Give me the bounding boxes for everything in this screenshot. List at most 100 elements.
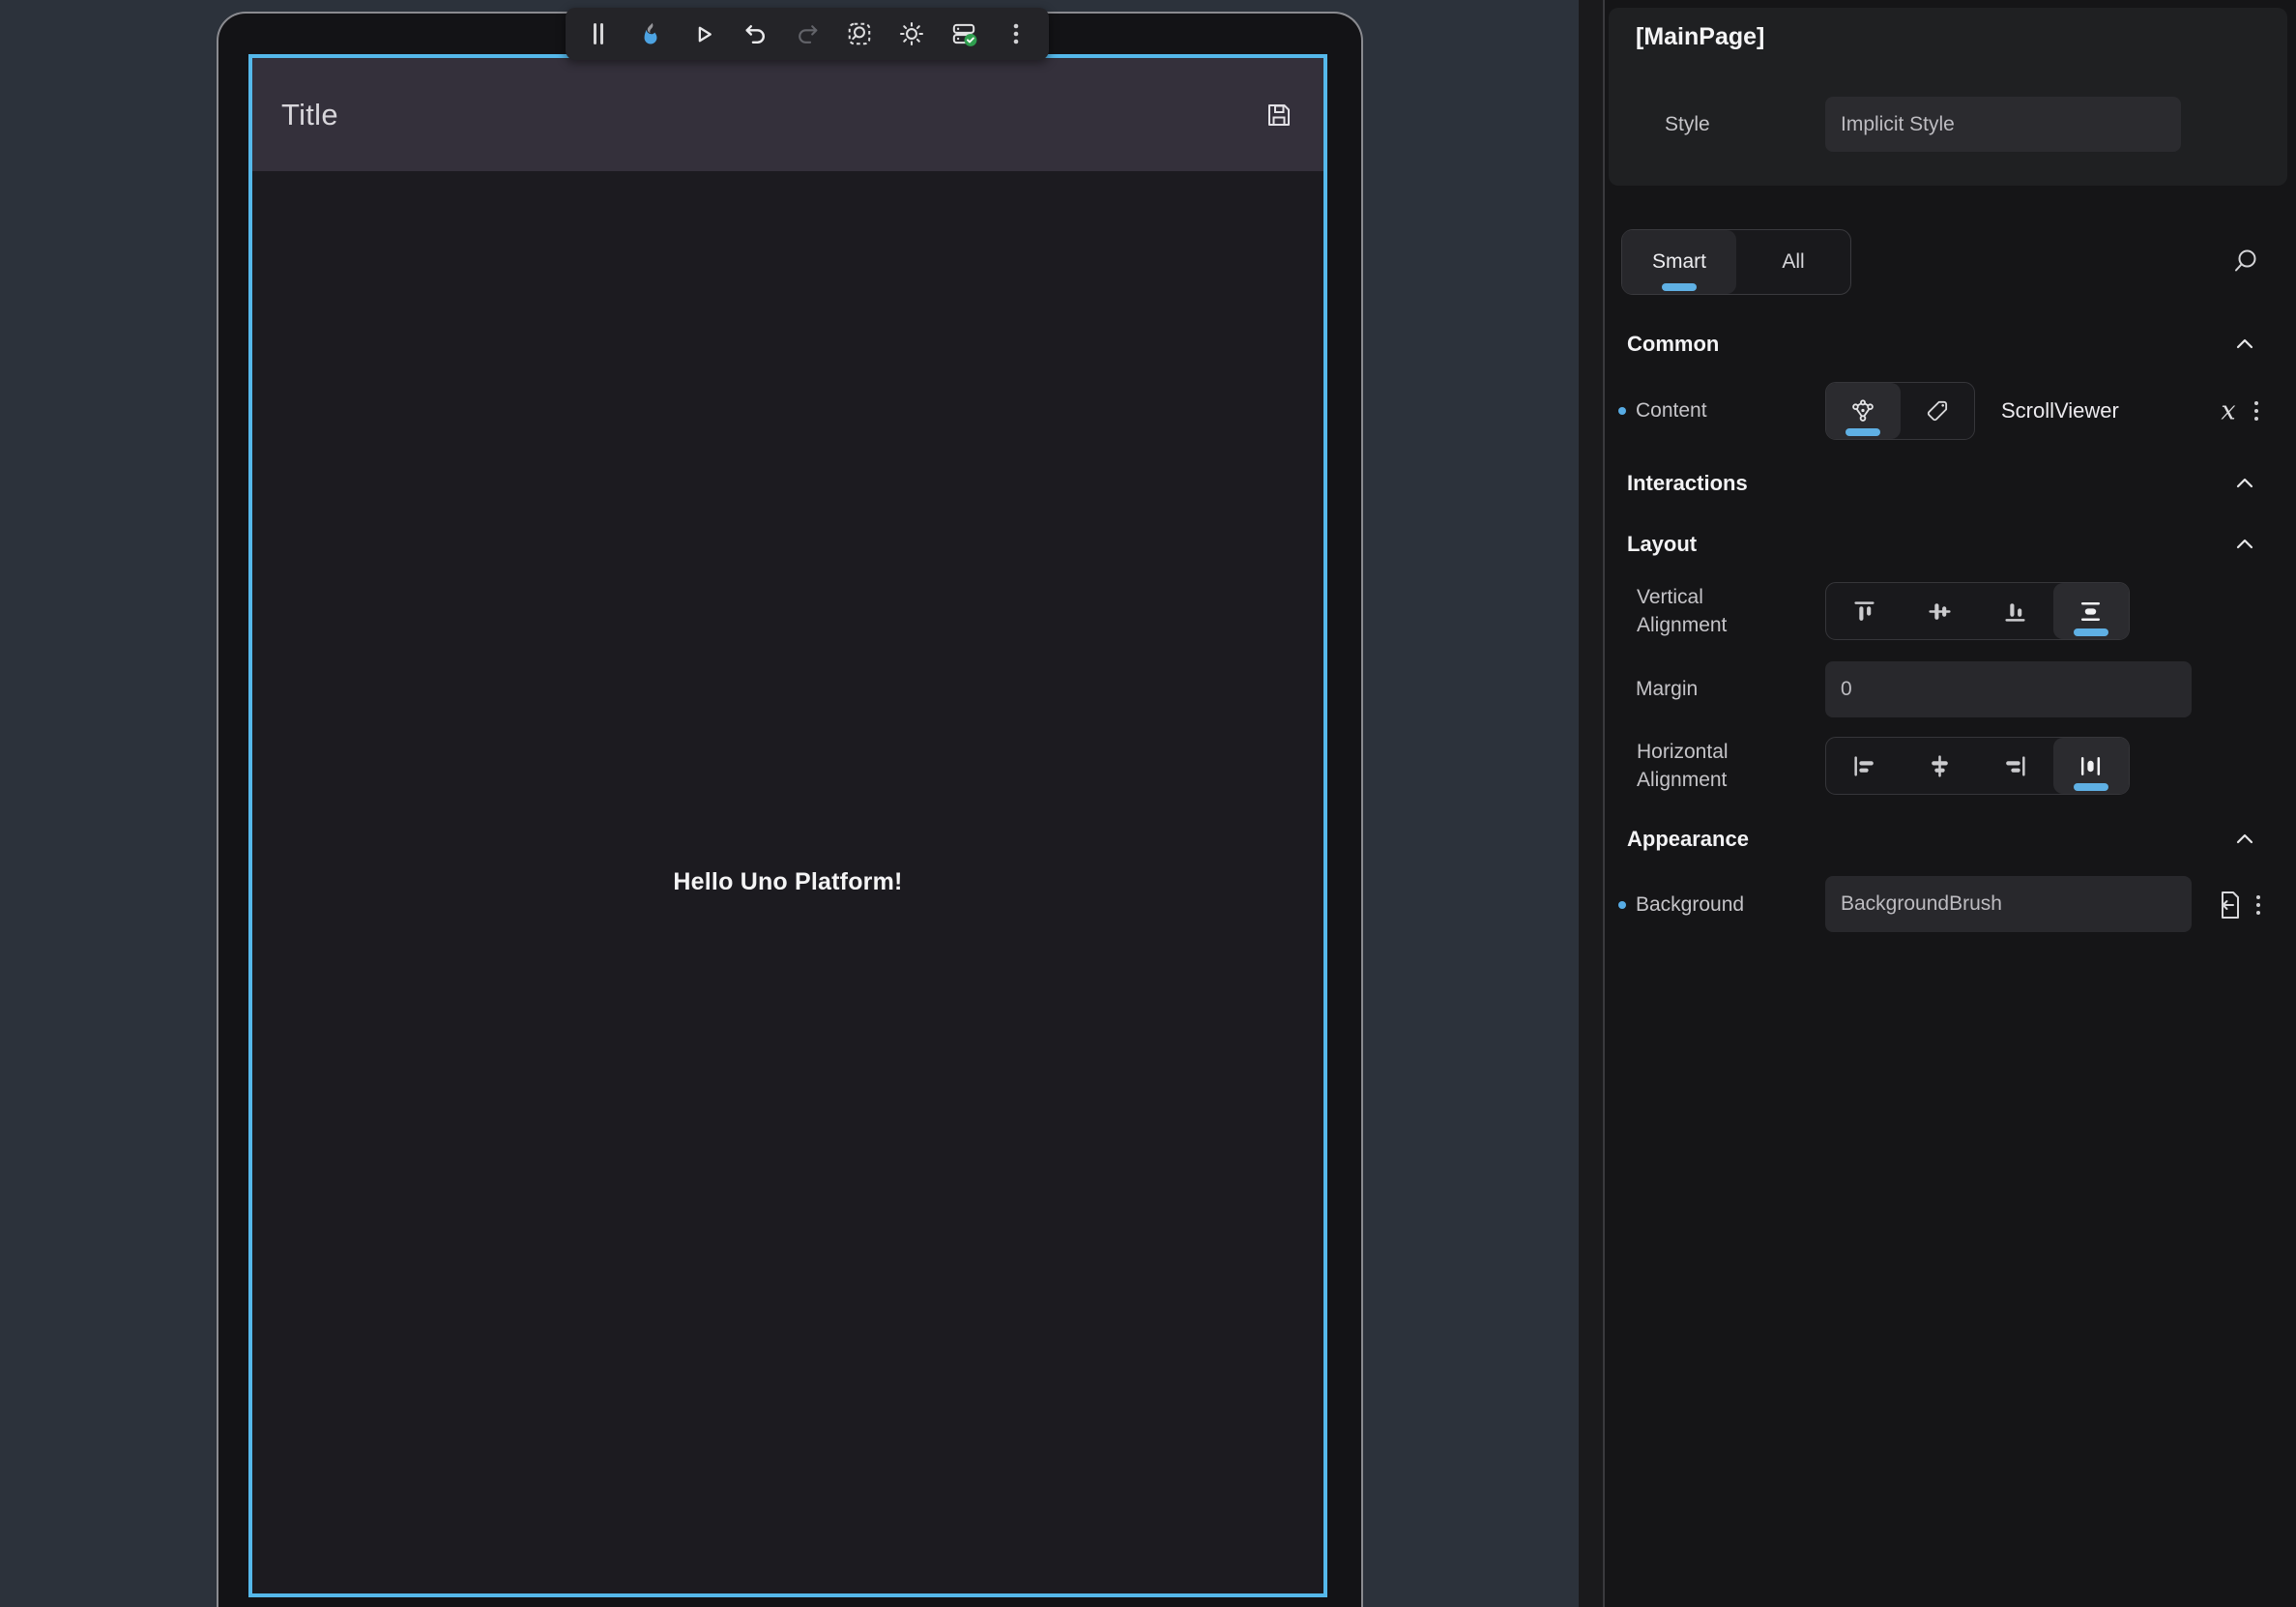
tab-smart-label: Smart: [1652, 250, 1706, 274]
toolbar-drag-handle[interactable]: [583, 18, 614, 49]
content-value[interactable]: ScrollViewer: [2001, 398, 2119, 424]
align-hcenter-icon: [1927, 753, 1953, 779]
kebab-icon: [1005, 21, 1027, 46]
redo-button[interactable]: [792, 18, 823, 49]
properties-panel: [MainPage] Style Implicit Style Smart Al…: [1605, 0, 2296, 1607]
style-label: Style: [1665, 113, 1710, 136]
more-options-button[interactable]: [1001, 18, 1032, 49]
connection-status-button[interactable]: [948, 18, 979, 49]
section-interactions-collapse-button[interactable]: [2223, 462, 2266, 505]
halign-center-button[interactable]: [1902, 738, 1977, 794]
style-value: Implicit Style: [1841, 113, 1955, 136]
margin-label: Margin: [1636, 678, 1698, 701]
save-icon: [1264, 99, 1294, 131]
align-vstretch-icon: [2078, 599, 2104, 625]
align-right-icon: [2002, 753, 2028, 779]
section-appearance-title: Appearance: [1627, 827, 1749, 852]
element-picker-button[interactable]: [844, 18, 875, 49]
vertical-alignment-control: [1825, 582, 2130, 640]
valign-active-indicator: [2074, 628, 2108, 636]
tab-all-label: All: [1782, 250, 1804, 274]
search-properties-button[interactable]: [2223, 240, 2266, 282]
halign-right-button[interactable]: [1978, 738, 2053, 794]
chevron-up-icon: [2233, 333, 2256, 356]
chevron-up-icon: [2233, 533, 2256, 556]
background-modified-dot: [1618, 901, 1626, 909]
panel-divider: [1579, 0, 1605, 1607]
align-left-icon: [1851, 753, 1877, 779]
horizontal-alignment-label: Horizontal Alignment: [1637, 738, 1782, 794]
align-vcenter-icon: [1927, 599, 1953, 625]
chevron-up-icon: [2233, 828, 2256, 851]
hot-design-window: { "canvas": { "app": { "title": "Title",…: [0, 0, 2296, 1607]
device-frame: Title Hello Uno Platform!: [217, 12, 1363, 1607]
section-appearance-collapse-button[interactable]: [2223, 818, 2266, 861]
valign-top-button[interactable]: [1826, 583, 1902, 639]
valign-stretch-button[interactable]: [2053, 583, 2129, 639]
drag-handle-icon: [591, 21, 606, 46]
play-icon: [690, 21, 716, 47]
section-interactions-title: Interactions: [1627, 471, 1748, 496]
style-input[interactable]: Implicit Style: [1825, 97, 2181, 152]
content-mode-toggle: [1825, 382, 1975, 440]
section-common-collapse-button[interactable]: [2223, 323, 2266, 365]
server-check-icon: [949, 19, 978, 48]
align-hstretch-icon: [2078, 753, 2104, 779]
section-common-title: Common: [1627, 332, 1719, 357]
horizontal-alignment-control: [1825, 737, 2130, 795]
selection-outline: Title Hello Uno Platform!: [248, 54, 1327, 1597]
app-title-text: Title: [281, 98, 338, 132]
hot-design-toolbar: [566, 8, 1049, 60]
kebab-icon: [2249, 398, 2264, 424]
align-bottom-icon: [2002, 599, 2028, 625]
hello-textblock[interactable]: Hello Uno Platform!: [673, 868, 902, 896]
content-label: Content: [1636, 399, 1707, 423]
background-input[interactable]: BackgroundBrush: [1825, 876, 2192, 932]
background-resource-button[interactable]: [2214, 889, 2243, 921]
flame-icon: [637, 20, 664, 47]
valign-bottom-button[interactable]: [1978, 583, 2053, 639]
kebab-icon: [2251, 892, 2266, 918]
background-value: BackgroundBrush: [1841, 892, 2002, 916]
background-menu-button[interactable]: [2244, 889, 2273, 921]
selected-element-title: [MainPage]: [1636, 23, 1764, 51]
element-picker-icon: [846, 20, 873, 47]
redo-icon: [795, 21, 821, 47]
sun-icon: [898, 20, 925, 47]
vertical-alignment-label: Vertical Alignment: [1637, 583, 1782, 639]
app-content[interactable]: Hello Uno Platform!: [252, 171, 1323, 1593]
play-button[interactable]: [687, 18, 718, 49]
content-menu-button[interactable]: [2242, 394, 2271, 427]
control-hierarchy-icon: [1849, 397, 1876, 424]
halign-left-button[interactable]: [1826, 738, 1902, 794]
tab-smart[interactable]: Smart: [1622, 230, 1736, 294]
align-top-icon: [1851, 599, 1877, 625]
background-label: Background: [1636, 893, 1744, 917]
halign-active-indicator: [2074, 783, 2108, 791]
valign-center-button[interactable]: [1902, 583, 1977, 639]
chevron-up-icon: [2233, 472, 2256, 495]
app-title-bar[interactable]: Title: [252, 58, 1323, 171]
tag-icon: [1924, 397, 1951, 424]
theme-toggle-button[interactable]: [896, 18, 927, 49]
undo-button[interactable]: [740, 18, 770, 49]
tab-smart-active-indicator: [1662, 283, 1697, 291]
halign-stretch-button[interactable]: [2053, 738, 2129, 794]
property-tabs: Smart All: [1621, 229, 1851, 295]
content-mode-control[interactable]: [1826, 383, 1901, 439]
tab-all[interactable]: All: [1736, 230, 1850, 294]
search-icon: [2230, 247, 2259, 276]
margin-input[interactable]: 0: [1825, 661, 2192, 717]
hot-design-button[interactable]: [635, 18, 666, 49]
design-canvas[interactable]: Title Hello Uno Platform!: [0, 0, 1579, 1607]
save-button[interactable]: [1264, 100, 1294, 131]
content-modified-dot: [1618, 407, 1626, 415]
content-mode-active-indicator: [1846, 428, 1880, 436]
undo-icon: [742, 21, 769, 47]
content-mode-tag[interactable]: [1901, 383, 1975, 439]
content-markup-extension-button[interactable]: x: [2221, 396, 2235, 426]
selected-element-card: [MainPage] Style Implicit Style: [1609, 8, 2287, 186]
section-layout-collapse-button[interactable]: [2223, 523, 2266, 566]
margin-value: 0: [1841, 678, 1852, 701]
resource-import-icon: [2214, 889, 2243, 921]
